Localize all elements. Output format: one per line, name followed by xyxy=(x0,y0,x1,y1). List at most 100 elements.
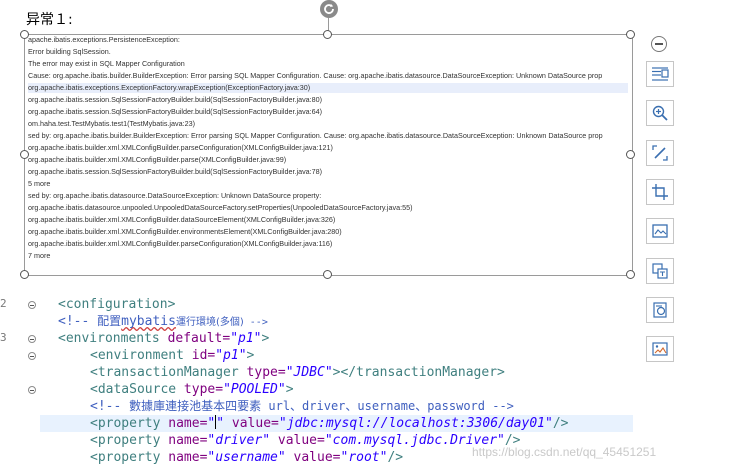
xml-tag: ></transactionManager> xyxy=(332,365,505,380)
xml-value: "p1" xyxy=(230,331,262,346)
fold-icon[interactable] xyxy=(28,301,36,309)
xml-tag: > xyxy=(261,331,270,346)
code-line: <!-- 數據庫連接池基本四要素 url、driver、username、pas… xyxy=(90,398,514,415)
image-translate-button[interactable] xyxy=(646,297,674,323)
stack-line: apache.ibatis.exceptions.PersistenceExce… xyxy=(28,35,180,44)
image-to-text-button[interactable] xyxy=(646,258,674,284)
resize-handle-bottom-right[interactable] xyxy=(626,270,635,279)
xml-comment: 運行環境(多個) xyxy=(175,317,244,328)
crop-icon xyxy=(652,184,668,200)
current-code-line[interactable]: <property name="" value="jdbc:mysql://lo… xyxy=(40,415,633,432)
xml-tag: /> xyxy=(552,416,569,431)
xml-attr: value= xyxy=(270,433,325,448)
xml-comment: url、driver、username、password --> xyxy=(261,399,514,413)
resize-handle-top[interactable] xyxy=(323,30,332,39)
stack-line: org.apache.ibatis.session.SqlSessionFact… xyxy=(28,95,323,104)
xml-value: "p1" xyxy=(215,348,247,363)
fold-icon[interactable] xyxy=(28,352,36,360)
xml-attr: name= xyxy=(168,450,208,465)
stack-line: The error may exist in SQL Mapper Config… xyxy=(28,59,185,68)
code-line: <environment id="p1"> xyxy=(90,347,254,364)
xml-value: "username" xyxy=(207,450,286,465)
stack-line: org.apache.ibatis.datasource.unpooled.Un… xyxy=(28,203,413,212)
resize-handle-left[interactable] xyxy=(20,150,29,159)
xml-value: "POOLED" xyxy=(223,382,286,397)
resize-handle-bottom-left[interactable] xyxy=(20,270,29,279)
xml-tag: <property xyxy=(90,433,169,448)
image-to-text-icon xyxy=(652,263,668,279)
crop-button[interactable] xyxy=(646,179,674,205)
xml-tag: <configuration> xyxy=(58,297,176,312)
xml-tag: > xyxy=(285,382,294,397)
line-number: 3 xyxy=(0,331,7,344)
layout-options-icon xyxy=(652,67,669,81)
xml-value: "driver" xyxy=(207,433,271,448)
xml-attr: type= xyxy=(246,365,286,380)
image-translate-icon xyxy=(653,302,667,318)
resize-handle-right[interactable] xyxy=(626,150,635,159)
xml-tag: /> xyxy=(387,450,404,465)
stack-line: org.apache.ibatis.builder.xml.XMLConfigB… xyxy=(28,227,342,236)
image-preview-button[interactable] xyxy=(646,218,674,244)
stack-line: 7 more xyxy=(28,251,51,260)
xml-attr: name= xyxy=(168,416,208,431)
image-edit-icon xyxy=(652,342,668,356)
stack-line: org.apache.ibatis.exceptions.ExceptionFa… xyxy=(28,83,628,93)
stack-line: org.apache.ibatis.builder.xml.XMLConfigB… xyxy=(28,155,287,164)
resize-handle-top-left[interactable] xyxy=(20,30,29,39)
rotate-handle-icon[interactable] xyxy=(320,0,338,18)
stack-line: Error building SqlSession. xyxy=(28,47,111,56)
stack-line: org.apache.ibatis.session.SqlSessionFact… xyxy=(28,167,323,176)
image-preview-icon xyxy=(652,224,668,238)
stack-line: om.haha.test.TestMybatis.test1(TestMybat… xyxy=(28,119,195,128)
xml-tag: <transactionManager xyxy=(90,365,247,380)
stack-line: org.apache.ibatis.builder.xml.XMLConfigB… xyxy=(28,239,333,248)
code-line: <property name="username" value="root"/> xyxy=(90,449,403,466)
stack-line: sed by: org.apache.ibatis.datasource.Dat… xyxy=(28,191,322,200)
xml-attr: type= xyxy=(183,382,224,397)
xml-tag: <property xyxy=(90,450,169,465)
fold-icon[interactable] xyxy=(28,335,36,343)
collapse-toolbar-icon[interactable] xyxy=(651,36,667,52)
zoom-icon xyxy=(652,105,668,121)
xml-comment: 數據庫連接池基本四要素 xyxy=(129,399,262,413)
xml-value: " xyxy=(207,416,216,431)
xml-attr: id= xyxy=(191,348,216,363)
stack-line: Cause: org.apache.ibatis.builder.Builder… xyxy=(28,71,603,80)
xml-attr: value= xyxy=(285,450,341,465)
xml-value: "jdbc:mysql://localhost:3306/day01" xyxy=(278,416,553,431)
xml-comment: 配置 xyxy=(97,314,122,328)
stack-trace-image[interactable]: apache.ibatis.exceptions.PersistenceExce… xyxy=(24,34,633,276)
fold-icon[interactable] xyxy=(28,386,36,394)
xml-comment: mybatis xyxy=(121,314,176,329)
image-edit-button[interactable] xyxy=(646,336,674,362)
xml-tag: > xyxy=(246,348,255,363)
zoom-button[interactable] xyxy=(646,100,674,126)
layout-options-button[interactable] xyxy=(646,61,674,87)
xml-value: "JDBC" xyxy=(285,365,333,380)
stack-line: org.apache.ibatis.session.SqlSessionFact… xyxy=(28,107,323,116)
xml-tag: <environment xyxy=(90,348,192,363)
code-line: <property name="driver" value="com.mysql… xyxy=(90,432,521,449)
xml-tag: <dataSource xyxy=(90,382,184,397)
code-line: <configuration> xyxy=(58,296,175,313)
xml-comment: --> xyxy=(243,317,268,328)
resize-handle-top-right[interactable] xyxy=(626,30,635,39)
stack-line: org.apache.ibatis.builder.xml.XMLConfigB… xyxy=(28,215,336,224)
code-line: <transactionManager type="JDBC"></transa… xyxy=(90,364,505,381)
xml-value: "root" xyxy=(340,450,388,465)
xml-value: " xyxy=(216,416,225,431)
code-line: <environments default="p1"> xyxy=(58,330,269,347)
xml-comment: <!-- xyxy=(58,314,98,329)
stack-line: org.apache.ibatis.builder.xml.XMLConfigB… xyxy=(28,143,333,152)
stack-line: 5 more xyxy=(28,179,51,188)
crop-edit-icon xyxy=(652,145,668,161)
code-line: <dataSource type="POOLED"> xyxy=(90,381,294,398)
code-editor: 2 <configuration> <!-- 配置mybatis運行環境(多個)… xyxy=(0,292,729,470)
crop-edit-button[interactable] xyxy=(646,140,674,166)
xml-comment: <!-- xyxy=(90,399,130,414)
resize-handle-bottom[interactable] xyxy=(323,270,332,279)
xml-tag: <environments xyxy=(58,331,168,346)
xml-attr: value= xyxy=(224,416,279,431)
code-line: <!-- 配置mybatis運行環境(多個) --> xyxy=(58,313,268,331)
